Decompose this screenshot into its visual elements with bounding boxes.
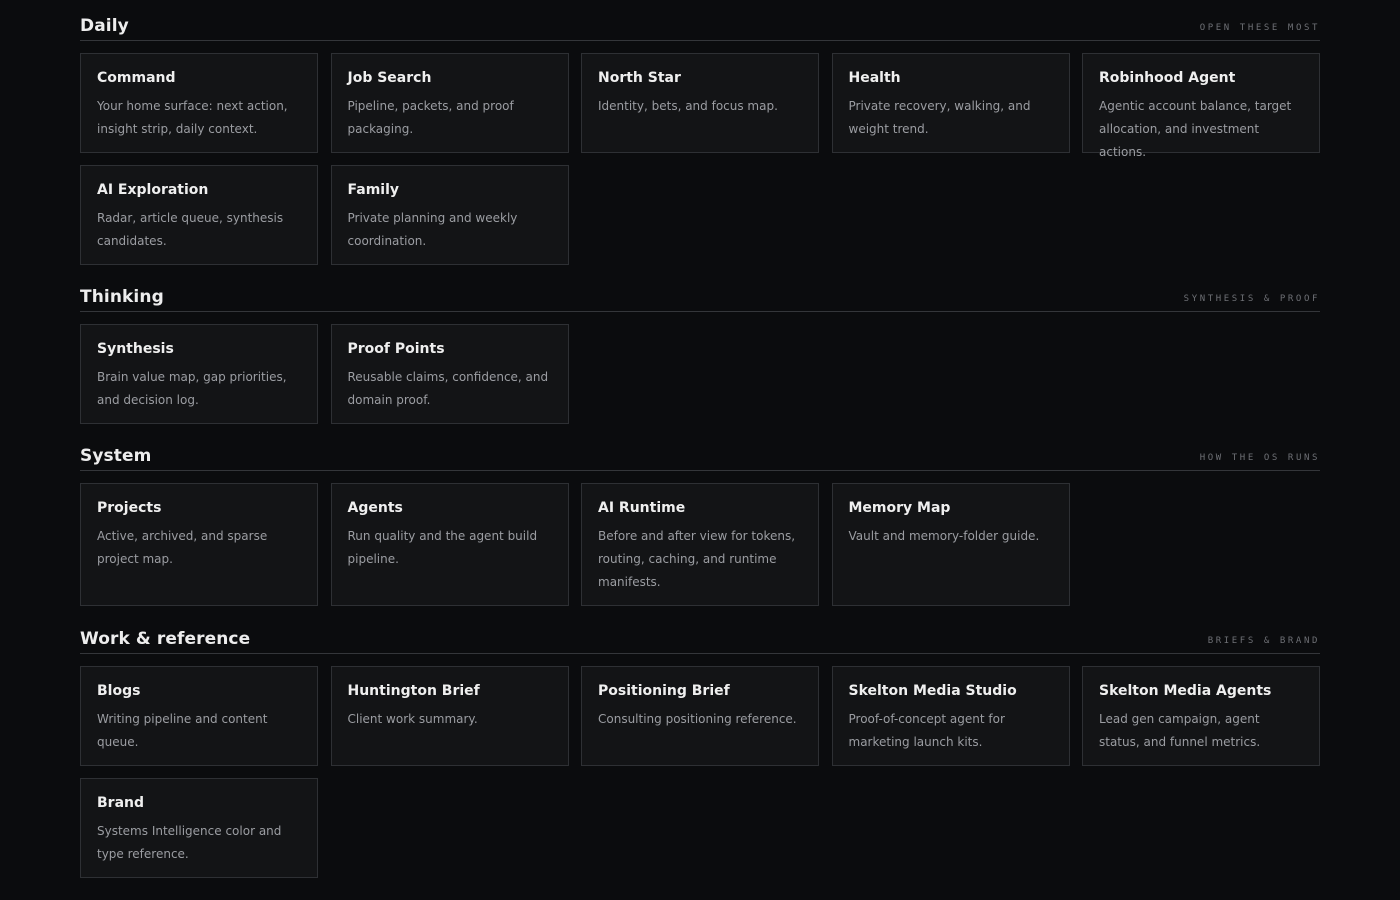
- section-header: Thinking SYNTHESIS & PROOF: [80, 271, 1320, 312]
- section-daily: Daily OPEN THESE MOST Command Your home …: [80, 0, 1320, 265]
- card-blogs[interactable]: Blogs Writing pipeline and content queue…: [80, 666, 318, 766]
- section-title: Thinking: [80, 287, 164, 307]
- section-header: System HOW THE OS RUNS: [80, 430, 1320, 471]
- card-description: Radar, article queue, synthesis candidat…: [97, 211, 284, 248]
- card-title: Skelton Media Agents: [1099, 683, 1272, 699]
- card-description: Private recovery, walking, and weight tr…: [848, 99, 1031, 136]
- card-health[interactable]: Health Private recovery, walking, and we…: [831, 53, 1070, 153]
- card-description: Vault and memory-folder guide.: [848, 529, 1040, 543]
- card-robinhood-agent[interactable]: Robinhood Agent Agentic account balance,…: [1082, 53, 1320, 159]
- card-memory-map[interactable]: Memory Map Vault and memory-folder guide…: [831, 483, 1070, 606]
- card-title: Synthesis: [97, 341, 174, 357]
- card-title: Memory Map: [848, 500, 951, 516]
- card-huntington-brief[interactable]: Huntington Brief Client work summary.: [330, 666, 569, 766]
- card-skelton-media-agents[interactable]: Skelton Media Agents Lead gen campaign, …: [1082, 666, 1320, 766]
- card-description: Reusable claims, confidence, and domain …: [347, 370, 549, 407]
- card-title: Brand: [97, 795, 145, 811]
- card-description: Private planning and weekly coordination…: [347, 211, 518, 248]
- card-description: Consulting positioning reference.: [598, 712, 797, 726]
- section-title: System: [80, 446, 152, 466]
- card-title: Job Search: [347, 70, 432, 86]
- card-command[interactable]: Command Your home surface: next action, …: [80, 53, 318, 153]
- card-brand[interactable]: Brand Systems Intelligence color and typ…: [80, 778, 318, 878]
- card-grid: Command Your home surface: next action, …: [80, 53, 1320, 265]
- card-title: Huntington Brief: [347, 683, 480, 699]
- card-grid: Projects Active, archived, and sparse pr…: [80, 483, 1320, 606]
- card-grid: Synthesis Brain value map, gap prioritie…: [80, 324, 1320, 424]
- card-description: Brain value map, gap priorities, and dec…: [97, 370, 287, 407]
- card-description: Pipeline, packets, and proof packaging.: [347, 99, 514, 136]
- card-title: North Star: [598, 70, 681, 86]
- card-positioning-brief[interactable]: Positioning Brief Consulting positioning…: [581, 666, 819, 766]
- section-thinking: Thinking SYNTHESIS & PROOF Synthesis Bra…: [80, 271, 1320, 424]
- card-description: Active, archived, and sparse project map…: [97, 529, 268, 566]
- card-title: Robinhood Agent: [1099, 70, 1236, 86]
- card-agents[interactable]: Agents Run quality and the agent build p…: [330, 483, 569, 606]
- section-tag: OPEN THESE MOST: [1199, 23, 1320, 33]
- card-title: AI Runtime: [598, 500, 686, 516]
- card-title: Health: [848, 70, 901, 86]
- card-description: Client work summary.: [347, 712, 478, 726]
- section-title: Work & reference: [80, 629, 251, 649]
- card-ai-runtime[interactable]: AI Runtime Before and after view for tok…: [581, 483, 819, 606]
- card-proof-points[interactable]: Proof Points Reusable claims, confidence…: [330, 324, 569, 424]
- section-header: Daily OPEN THESE MOST: [80, 0, 1320, 41]
- card-description: Lead gen campaign, agent status, and fun…: [1099, 712, 1261, 749]
- card-title: AI Exploration: [97, 182, 209, 198]
- card-description: Systems Intelligence color and type refe…: [97, 824, 282, 861]
- card-description: Run quality and the agent build pipeline…: [347, 529, 538, 566]
- card-title: Proof Points: [347, 341, 445, 357]
- card-title: Family: [347, 182, 400, 198]
- card-description: Your home surface: next action, insight …: [97, 99, 288, 136]
- card-title: Command: [97, 70, 176, 86]
- section-work-reference: Work & reference BRIEFS & BRAND Blogs Wr…: [80, 613, 1320, 878]
- section-tag: SYNTHESIS & PROOF: [1183, 294, 1320, 304]
- card-job-search[interactable]: Job Search Pipeline, packets, and proof …: [330, 53, 569, 153]
- card-grid: Blogs Writing pipeline and content queue…: [80, 666, 1320, 878]
- card-title: Skelton Media Studio: [848, 683, 1017, 699]
- card-description: Before and after view for tokens, routin…: [598, 529, 796, 589]
- card-title: Projects: [97, 500, 162, 516]
- card-synthesis[interactable]: Synthesis Brain value map, gap prioritie…: [80, 324, 318, 424]
- card-description: Writing pipeline and content queue.: [97, 712, 268, 749]
- card-projects[interactable]: Projects Active, archived, and sparse pr…: [80, 483, 318, 606]
- section-system: System HOW THE OS RUNS Projects Active, …: [80, 430, 1320, 606]
- section-tag: HOW THE OS RUNS: [1199, 453, 1320, 463]
- card-description: Proof-of-concept agent for marketing lau…: [848, 712, 1005, 749]
- card-title: Agents: [347, 500, 403, 516]
- card-title: Positioning Brief: [598, 683, 730, 699]
- section-tag: BRIEFS & BRAND: [1207, 636, 1320, 646]
- card-skelton-media-studio[interactable]: Skelton Media Studio Proof-of-concept ag…: [831, 666, 1070, 766]
- card-title: Blogs: [97, 683, 141, 699]
- section-header: Work & reference BRIEFS & BRAND: [80, 613, 1320, 654]
- card-ai-exploration[interactable]: AI Exploration Radar, article queue, syn…: [80, 165, 318, 265]
- card-description: Identity, bets, and focus map.: [598, 99, 778, 113]
- card-north-star[interactable]: North Star Identity, bets, and focus map…: [581, 53, 819, 153]
- card-family[interactable]: Family Private planning and weekly coord…: [330, 165, 569, 265]
- section-title: Daily: [80, 16, 129, 36]
- card-description: Agentic account balance, target allocati…: [1099, 99, 1292, 159]
